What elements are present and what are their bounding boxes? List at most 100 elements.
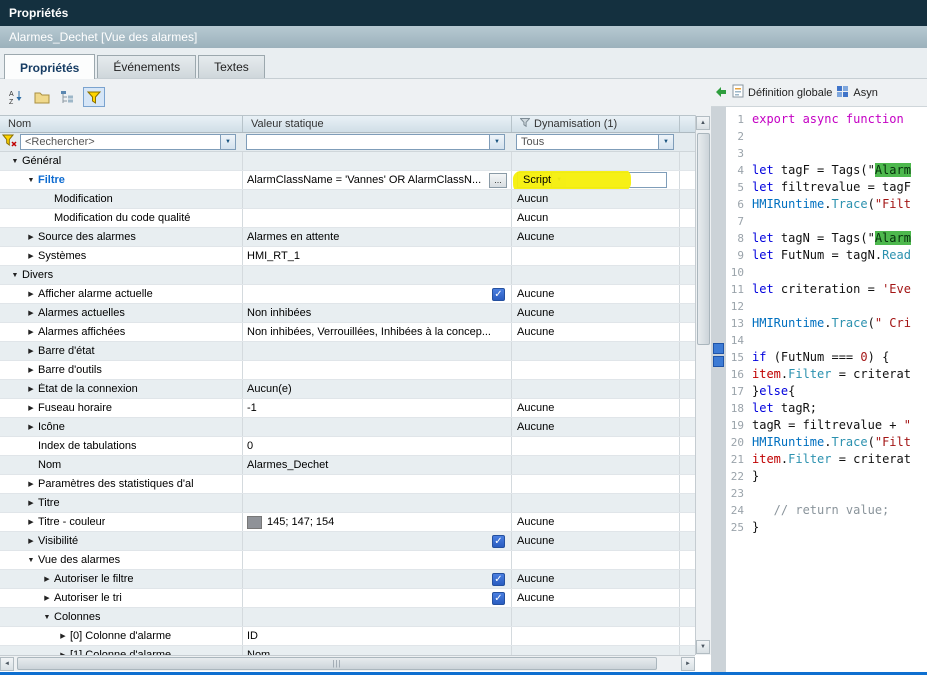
row-value-cell[interactable] xyxy=(243,418,512,436)
column-header-valeur-statique[interactable]: Valeur statique xyxy=(243,116,512,132)
row-value-cell[interactable]: Alarmes_Dechet xyxy=(243,456,512,474)
row-value-cell[interactable]: HMI_RT_1 xyxy=(243,247,512,265)
table-row[interactable]: ▶État de la connexionAucun(e) xyxy=(0,380,695,399)
row-value-cell[interactable] xyxy=(243,608,512,626)
scroll-down-icon[interactable]: ▼ xyxy=(696,640,710,654)
row-dynamization-cell[interactable] xyxy=(512,475,680,493)
table-row[interactable]: ▶Autoriser le filtre✓Aucune xyxy=(0,570,695,589)
row-dynamization-cell[interactable] xyxy=(512,247,680,265)
chevron-down-icon[interactable]: ▼ xyxy=(220,135,235,149)
checkbox-checked[interactable]: ✓ xyxy=(492,573,505,586)
code-area[interactable]: 1export async function 234let tagF = Tag… xyxy=(726,107,927,672)
row-value-cell[interactable]: ✓ xyxy=(243,570,512,588)
row-dynamization-cell[interactable] xyxy=(512,380,680,398)
row-dynamization-cell[interactable] xyxy=(512,551,680,569)
expand-arrow-icon[interactable]: ▶ xyxy=(24,309,38,317)
row-dynamization-cell[interactable] xyxy=(512,342,680,360)
row-dynamization-cell[interactable]: Aucun xyxy=(512,209,680,227)
row-dynamization-cell[interactable]: Aucune xyxy=(512,399,680,417)
table-row[interactable]: ▶Visibilité✓Aucune xyxy=(0,532,695,551)
checkbox-checked[interactable]: ✓ xyxy=(492,288,505,301)
horizontal-scrollbar[interactable]: ◄ ||| ► xyxy=(0,655,695,671)
row-dynamization-cell[interactable] xyxy=(512,456,680,474)
expand-arrow-icon[interactable]: ▶ xyxy=(24,347,38,355)
table-row[interactable]: ▼FiltreAlarmClassName = 'Vannes' OR Alar… xyxy=(0,171,695,190)
folder-icon[interactable] xyxy=(31,87,53,107)
row-value-cell[interactable]: Non inhibées, Verrouillées, Inhibées à l… xyxy=(243,323,512,341)
table-row[interactable]: ▶[0] Colonne d'alarmeID xyxy=(0,627,695,646)
table-row[interactable]: ▶Titre xyxy=(0,494,695,513)
expand-arrow-icon[interactable]: ▼ xyxy=(40,614,54,621)
checkbox-checked[interactable]: ✓ xyxy=(492,592,505,605)
tab[interactable]: Événements xyxy=(97,55,196,78)
table-row[interactable]: ▶Alarmes affichéesNon inhibées, Verrouil… xyxy=(0,323,695,342)
row-dynamization-cell[interactable] xyxy=(512,437,680,455)
expand-arrow-icon[interactable]: ▶ xyxy=(56,632,70,640)
horizontal-scroll-thumb[interactable]: ||| xyxy=(17,657,657,670)
vertical-scrollbar[interactable]: ▲ ▼ xyxy=(695,115,711,655)
table-row[interactable]: NomAlarmes_Dechet xyxy=(0,456,695,475)
row-value-cell[interactable] xyxy=(243,551,512,569)
row-value-cell[interactable]: Aucun(e) xyxy=(243,380,512,398)
ellipsis-button[interactable]: ... xyxy=(489,173,507,188)
search-input[interactable]: <Rechercher> ▼ xyxy=(20,134,236,150)
row-dynamization-cell[interactable] xyxy=(512,627,680,645)
splitter-handle[interactable] xyxy=(713,343,724,354)
expand-arrow-icon[interactable]: ▶ xyxy=(24,537,38,545)
row-value-cell[interactable] xyxy=(243,190,512,208)
tab[interactable]: Propriétés xyxy=(4,54,95,79)
async-icon[interactable] xyxy=(836,85,849,101)
expand-arrow-icon[interactable]: ▶ xyxy=(24,423,38,431)
row-value-cell[interactable]: Non inhibées xyxy=(243,304,512,322)
row-dynamization-cell[interactable]: Aucune xyxy=(512,589,680,607)
row-dynamization-cell[interactable] xyxy=(512,266,680,284)
table-row[interactable]: ▼Divers xyxy=(0,266,695,285)
row-dynamization-cell[interactable]: Script▼ xyxy=(512,171,680,189)
row-value-cell[interactable] xyxy=(243,342,512,360)
tab[interactable]: Textes xyxy=(198,55,265,78)
table-row[interactable]: ▶Barre d'outils xyxy=(0,361,695,380)
table-row[interactable]: ▶Alarmes actuellesNon inhibéesAucune xyxy=(0,304,695,323)
row-dynamization-cell[interactable] xyxy=(512,608,680,626)
row-dynamization-cell[interactable]: Aucun xyxy=(512,190,680,208)
expand-arrow-icon[interactable]: ▶ xyxy=(24,328,38,336)
clear-filter-icon[interactable] xyxy=(2,134,17,150)
table-row[interactable]: ▶IcôneAucune xyxy=(0,418,695,437)
row-dynamization-cell[interactable]: Aucune xyxy=(512,513,680,531)
row-dynamization-cell[interactable]: Aucune xyxy=(512,418,680,436)
table-row[interactable]: ▶Afficher alarme actuelle✓Aucune xyxy=(0,285,695,304)
async-label[interactable]: Asyn xyxy=(853,87,877,99)
expand-arrow-icon[interactable]: ▶ xyxy=(40,594,54,602)
row-dynamization-cell[interactable]: Aucune xyxy=(512,570,680,588)
row-dynamization-cell[interactable]: Aucune xyxy=(512,228,680,246)
row-value-cell[interactable]: 145; 147; 154 xyxy=(243,513,512,531)
expand-arrow-icon[interactable]: ▼ xyxy=(8,272,22,279)
global-definition-label[interactable]: Définition globale xyxy=(748,87,832,99)
row-value-cell[interactable]: ✓ xyxy=(243,589,512,607)
table-row[interactable]: ▶Fuseau horaire-1Aucune xyxy=(0,399,695,418)
table-row[interactable]: ▼Vue des alarmes xyxy=(0,551,695,570)
table-row[interactable]: ▶Paramètres des statistiques d'al xyxy=(0,475,695,494)
dynamization-dropdown[interactable]: Script▼ xyxy=(517,172,667,188)
column-header-nom[interactable]: Nom xyxy=(0,116,243,132)
row-dynamization-cell[interactable] xyxy=(512,494,680,512)
expand-arrow-icon[interactable]: ▼ xyxy=(24,177,38,184)
scroll-right-icon[interactable]: ► xyxy=(681,657,695,671)
expand-arrow-icon[interactable]: ▶ xyxy=(24,252,38,260)
expand-arrow-icon[interactable]: ▶ xyxy=(24,385,38,393)
row-dynamization-cell[interactable]: Aucune xyxy=(512,285,680,303)
expand-arrow-icon[interactable]: ▶ xyxy=(24,518,38,526)
row-dynamization-cell[interactable]: Aucune xyxy=(512,304,680,322)
color-swatch[interactable] xyxy=(247,516,262,529)
sort-icon[interactable]: AZ xyxy=(5,87,27,107)
expand-arrow-icon[interactable]: ▶ xyxy=(40,575,54,583)
row-dynamization-cell[interactable] xyxy=(512,646,680,655)
table-row[interactable]: ▶Autoriser le tri✓Aucune xyxy=(0,589,695,608)
synchronize-icon[interactable] xyxy=(714,84,728,101)
expand-arrow-icon[interactable]: ▶ xyxy=(24,404,38,412)
row-dynamization-cell[interactable]: Aucune xyxy=(512,532,680,550)
table-row[interactable]: Index de tabulations0 xyxy=(0,437,695,456)
table-row[interactable]: ▼Colonnes xyxy=(0,608,695,627)
row-value-cell[interactable]: AlarmClassName = 'Vannes' OR AlarmClassN… xyxy=(243,171,512,189)
scroll-up-icon[interactable]: ▲ xyxy=(696,116,710,130)
